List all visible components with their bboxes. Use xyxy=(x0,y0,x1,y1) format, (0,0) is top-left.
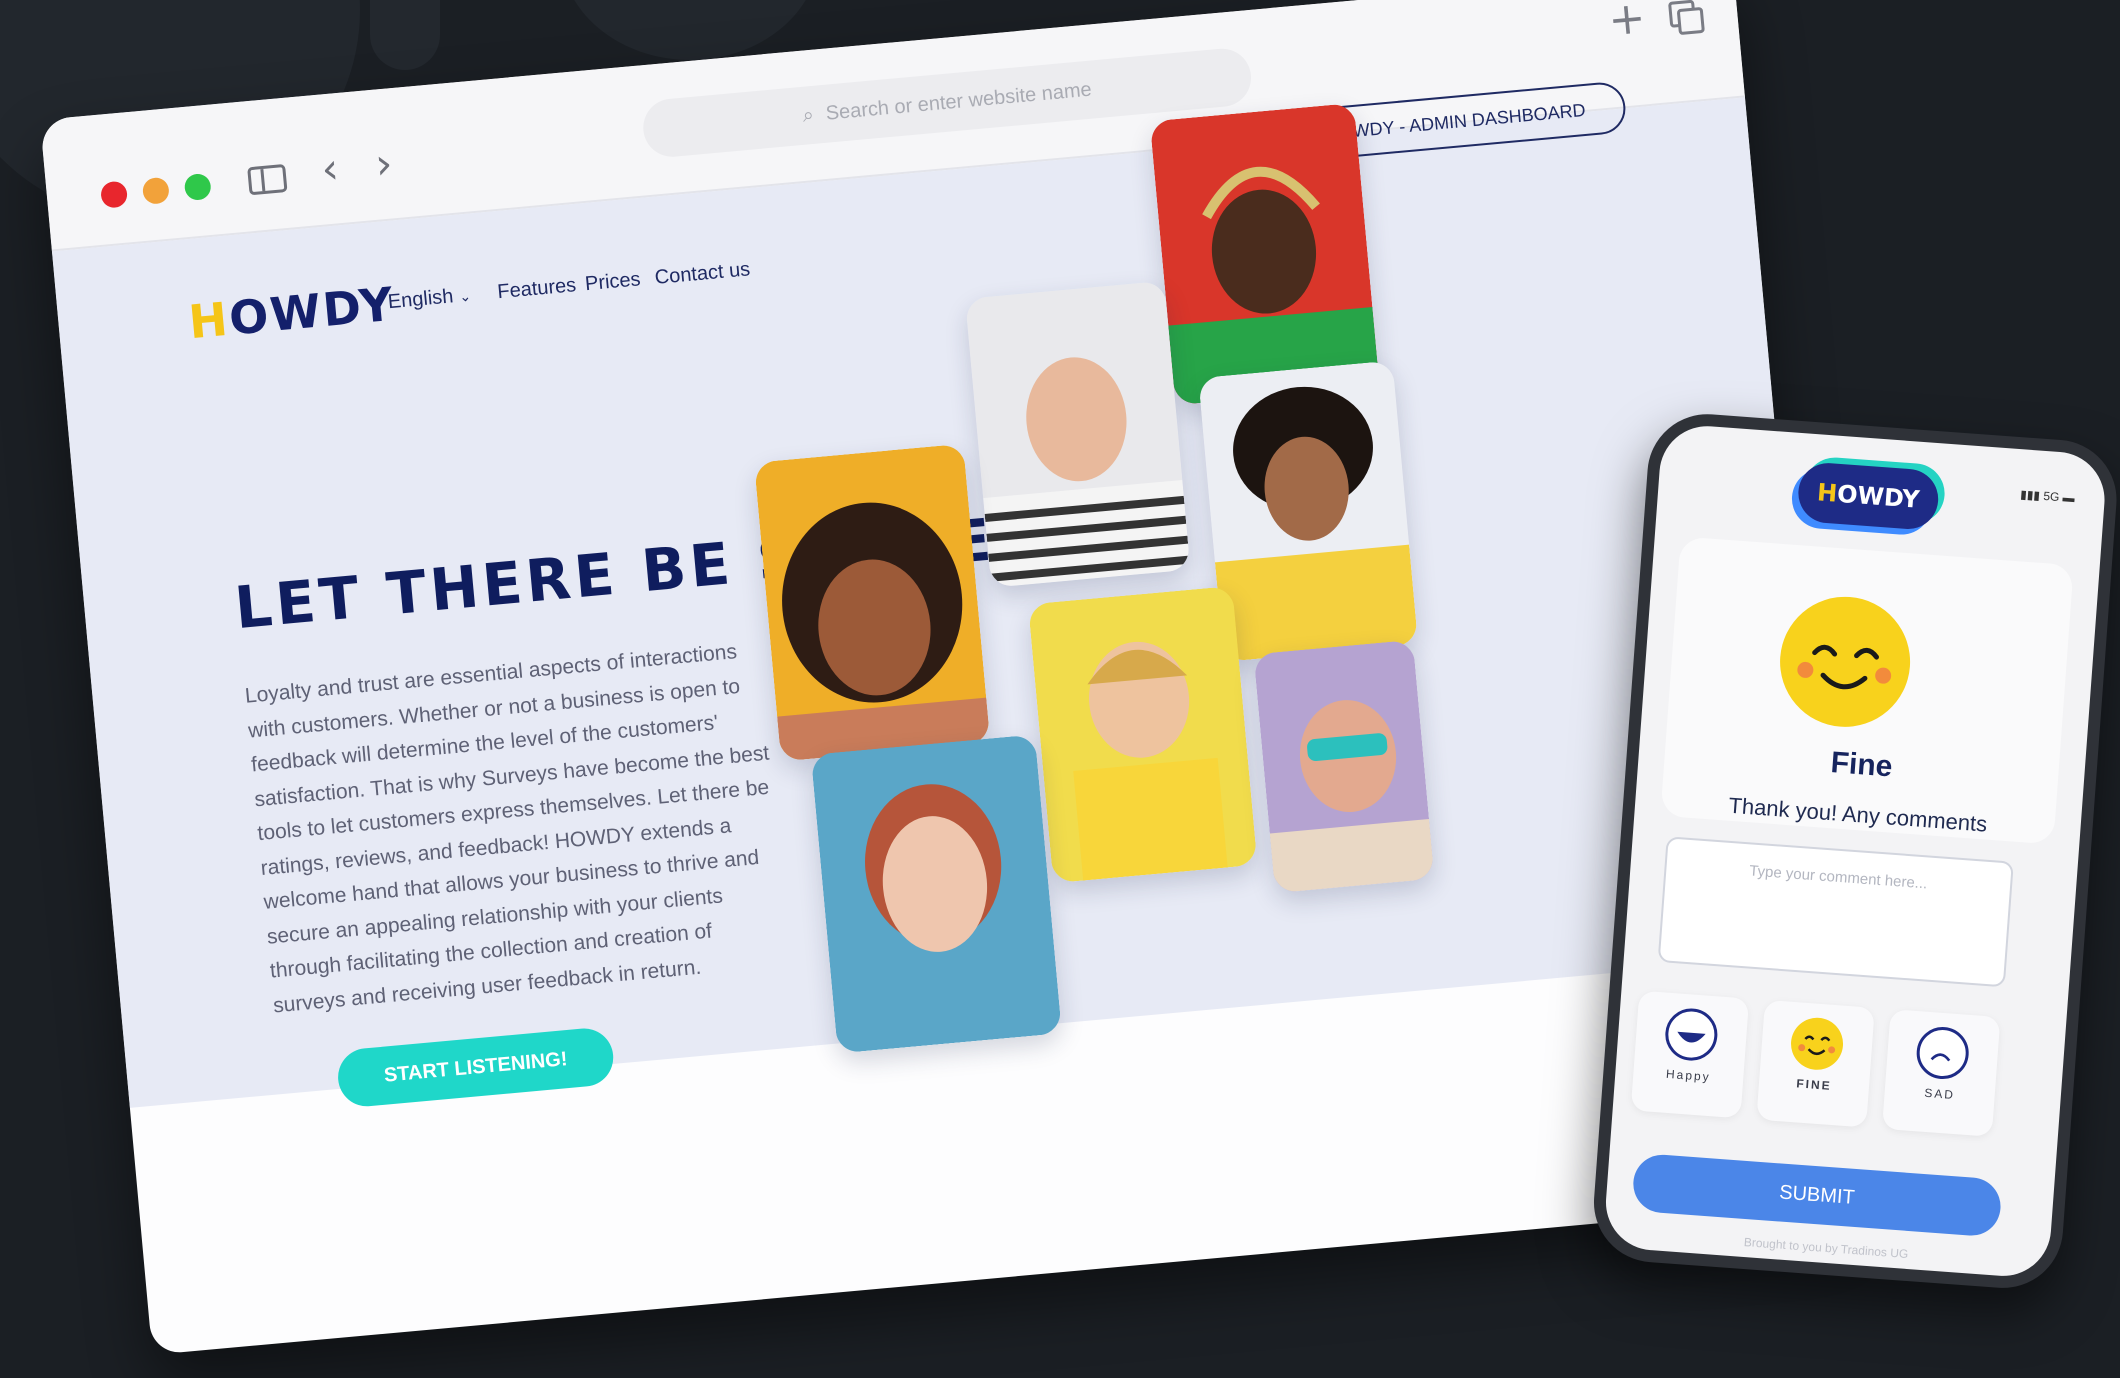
tab-overview-icon[interactable] xyxy=(1668,0,1705,36)
fine-face-icon xyxy=(1789,1015,1845,1072)
sad-face-icon xyxy=(1914,1025,1971,1081)
back-arrow-icon[interactable]: ‹ xyxy=(319,143,340,193)
submit-button[interactable]: SUBMIT xyxy=(1631,1152,2003,1238)
mood-option-label: SAD xyxy=(1923,1085,1956,1103)
status-bar: ▮▮▮ 5G ▬ xyxy=(2019,487,2076,506)
new-tab-icon[interactable]: + xyxy=(1606,0,1647,46)
forward-arrow-icon[interactable]: › xyxy=(373,138,394,188)
mood-option-fine[interactable]: FINE xyxy=(1756,999,1875,1128)
photo-woman-yellow-background xyxy=(753,443,991,762)
phone-howdy-logo: HOWDY xyxy=(1796,461,1941,532)
mood-option-label: Happy xyxy=(1665,1066,1712,1085)
minimize-window-button[interactable] xyxy=(141,176,171,205)
language-label: English xyxy=(386,285,455,314)
close-window-button[interactable] xyxy=(99,180,129,209)
address-placeholder: Search or enter website name xyxy=(824,78,1093,125)
search-icon: ⌕ xyxy=(801,103,815,127)
smiley-face-icon xyxy=(1775,592,1915,732)
photo-man-red-background xyxy=(1149,102,1380,406)
phone-mockup: HOWDY ▮▮▮ 5G ▬ Fine Thank you! Any comme… xyxy=(1589,410,2120,1293)
photo-boy-yellow xyxy=(1027,585,1258,884)
network-label: 5G xyxy=(2042,488,2060,505)
language-selector[interactable]: English ⌄ xyxy=(387,284,472,314)
sidebar-toggle-icon[interactable] xyxy=(247,163,288,196)
maximize-window-button[interactable] xyxy=(183,172,212,202)
background-blob xyxy=(560,0,820,60)
photo-woman-blue-background xyxy=(810,734,1062,1054)
hero-description: Loyalty and trust are essential aspects … xyxy=(244,640,771,1017)
background-shape xyxy=(370,0,440,70)
happy-face-icon xyxy=(1663,1006,1720,1063)
howdy-logo[interactable]: HOWDY xyxy=(187,277,398,349)
mood-option-sad[interactable]: SAD xyxy=(1881,1009,2001,1137)
mood-option-happy[interactable]: Happy xyxy=(1630,990,1750,1119)
website-content: HOWDY English ⌄ Features Prices Contact u… xyxy=(51,80,1823,1109)
start-listening-button[interactable]: START LISTENING! xyxy=(335,1026,616,1109)
nav-link-prices[interactable]: Prices xyxy=(584,268,641,296)
nav-link-features[interactable]: Features xyxy=(496,274,577,304)
chevron-down-icon: ⌄ xyxy=(458,287,472,305)
browser-window: ‹ › ⌕ Search or enter website name + HOW… xyxy=(40,0,1846,1355)
nav-link-contact[interactable]: Contact us xyxy=(654,258,751,290)
photo-old-man-sunglasses xyxy=(1253,639,1435,894)
comment-input[interactable]: Type your comment here... xyxy=(1657,836,2014,988)
photo-bald-man-striped-shirt xyxy=(965,280,1191,588)
mood-option-label: FINE xyxy=(1795,1076,1833,1093)
